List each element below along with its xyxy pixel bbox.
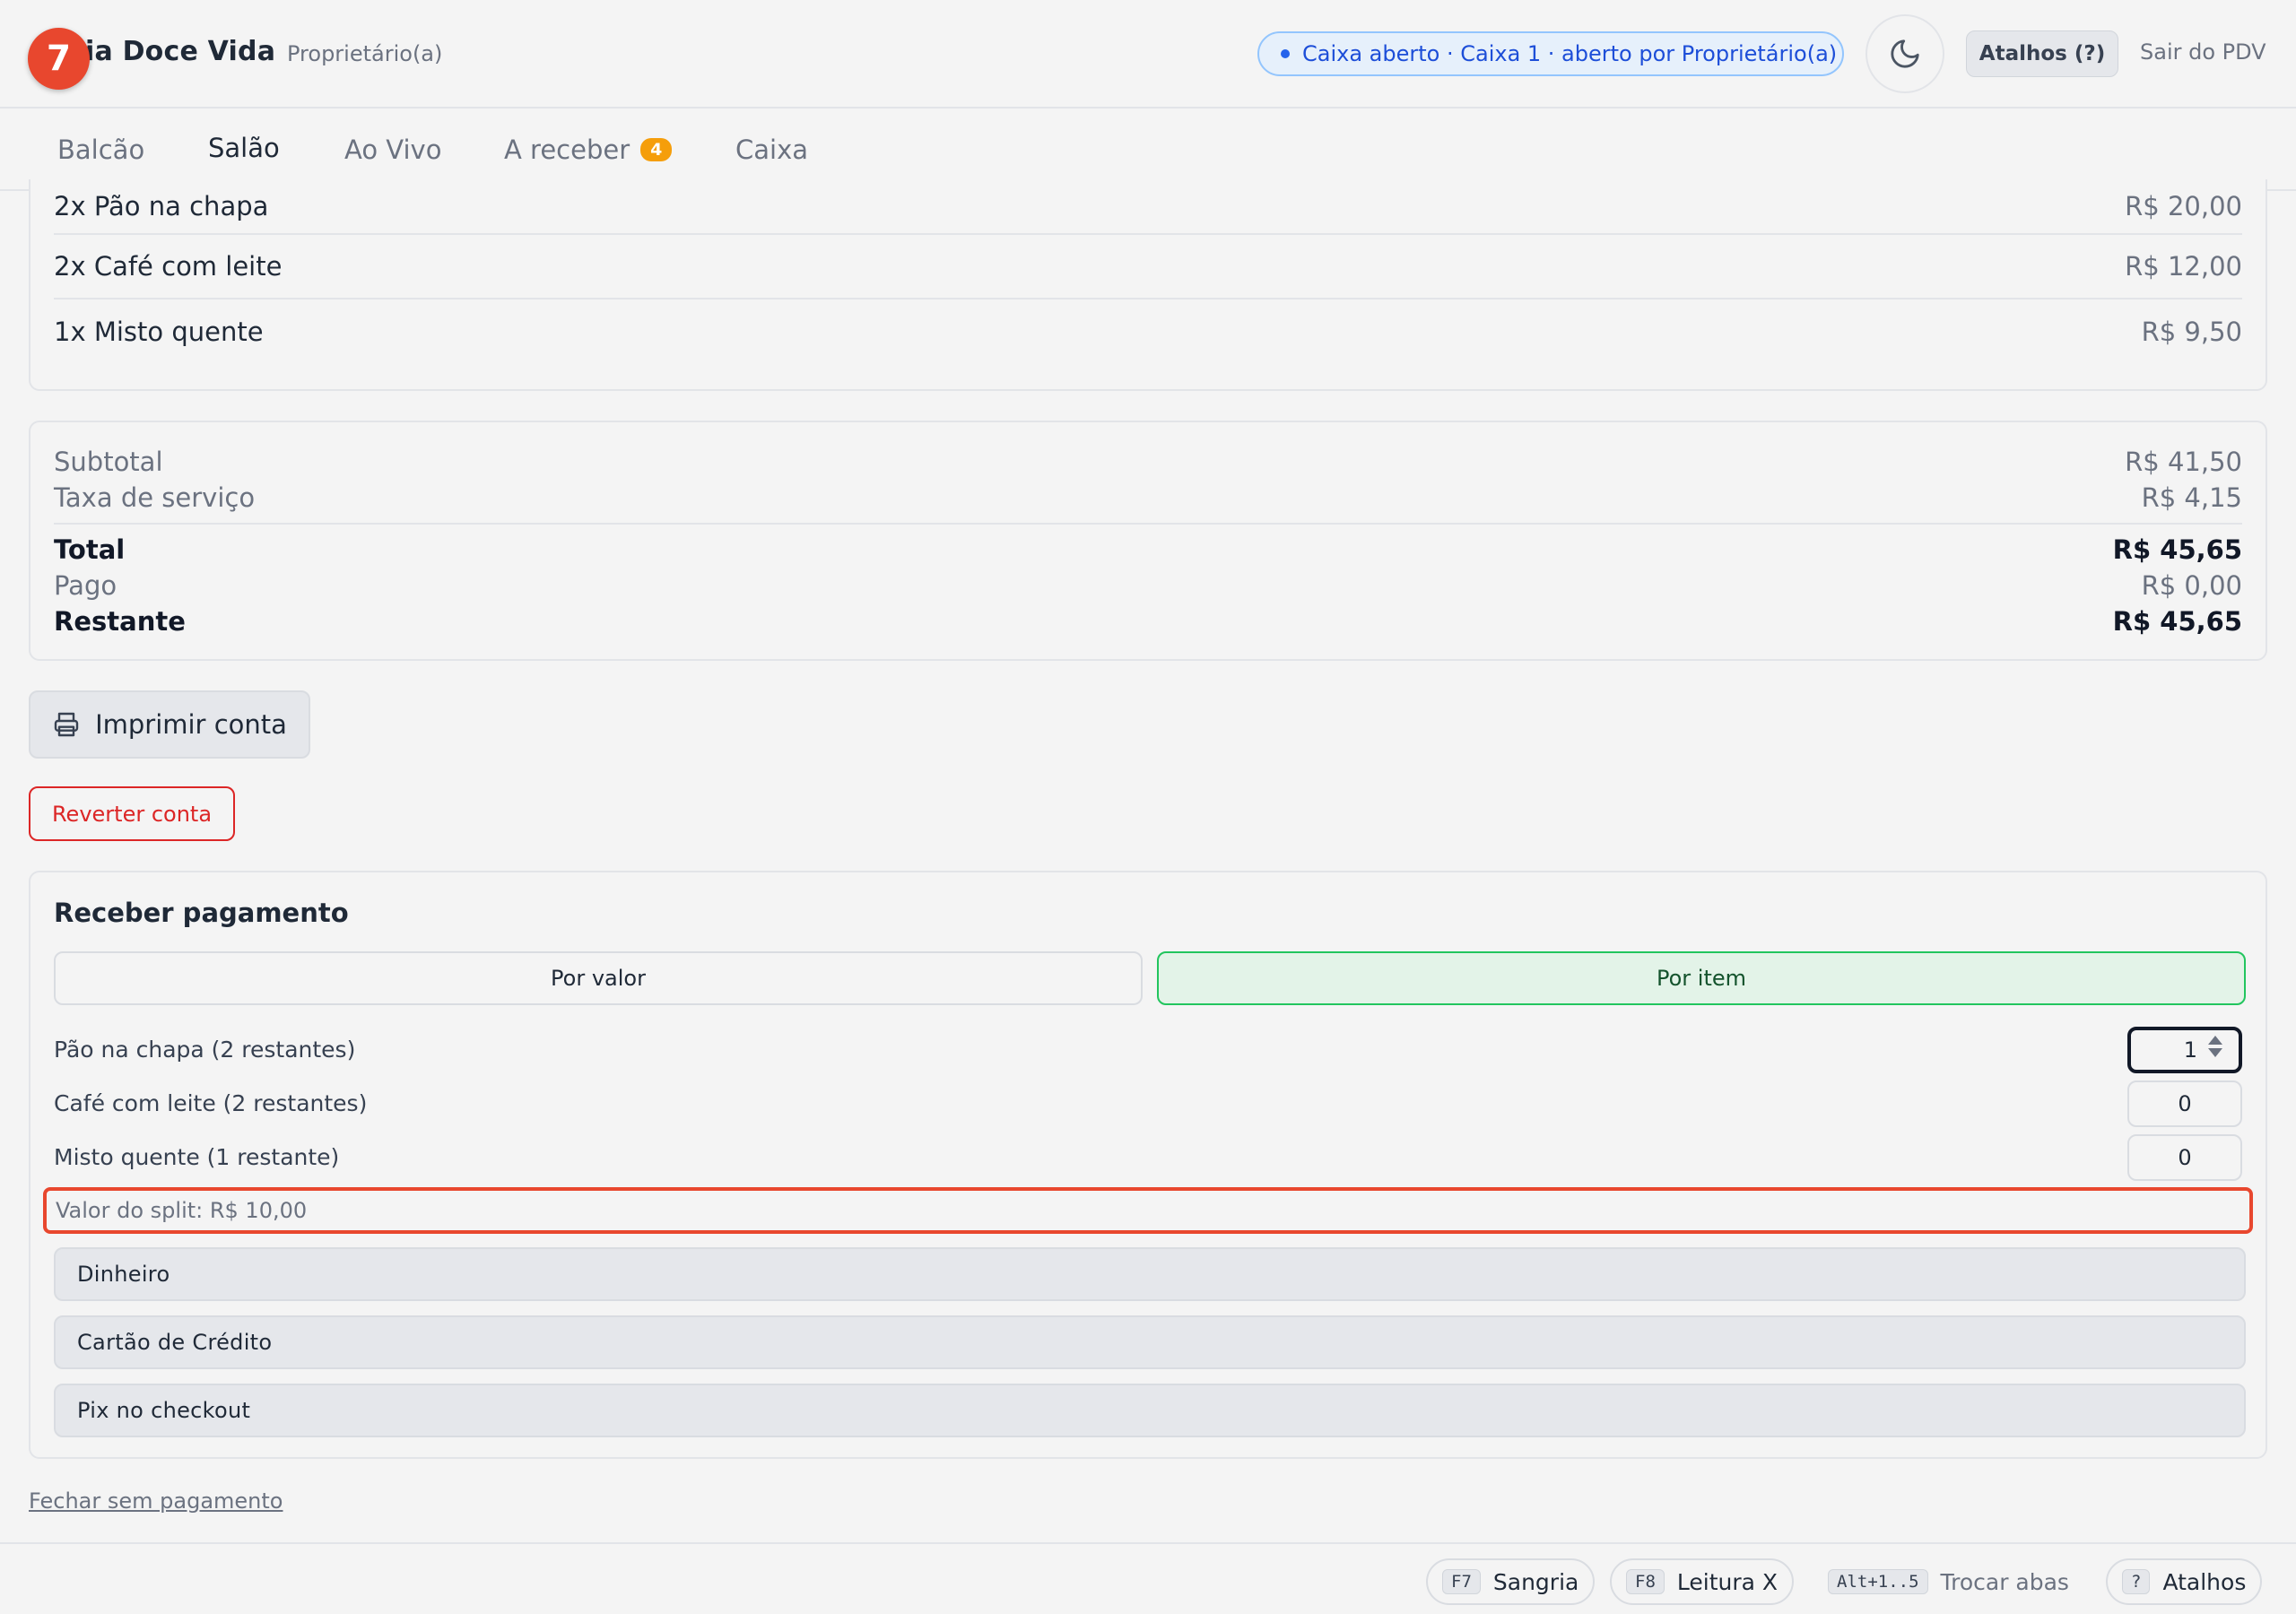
sangria-shortcut[interactable]: F7 Sangria bbox=[1426, 1558, 1596, 1605]
split-by-value-button[interactable]: Por valor bbox=[54, 951, 1143, 1005]
payment-method-credit-card-button[interactable]: Cartão de Crédito bbox=[54, 1315, 2246, 1369]
quantity-value: 0 bbox=[2178, 1145, 2192, 1170]
total-row: Total R$ 45,65 bbox=[54, 532, 2242, 568]
brand-name: ria Doce Vida bbox=[72, 36, 276, 67]
status-dot bbox=[1281, 49, 1290, 58]
order-item-price: R$ 12,00 bbox=[2125, 251, 2242, 282]
key-question: ? bbox=[2122, 1569, 2151, 1594]
close-without-payment-link[interactable]: Fechar sem pagamento bbox=[29, 1488, 283, 1514]
print-bill-label: Imprimir conta bbox=[95, 709, 287, 740]
tab-label: Caixa bbox=[735, 134, 809, 165]
spin-up-icon[interactable] bbox=[2208, 1036, 2222, 1045]
remaining-value: R$ 45,65 bbox=[2112, 606, 2242, 637]
step-badge: 7 bbox=[28, 28, 90, 90]
order-item-row: 2x Café com leite R$ 12,00 bbox=[54, 235, 2242, 299]
theme-toggle-button[interactable] bbox=[1866, 14, 1944, 93]
payment-method-pix-button[interactable]: Pix no checkout bbox=[54, 1384, 2246, 1437]
quantity-value: 0 bbox=[2178, 1091, 2192, 1116]
service-fee-value: R$ 4,15 bbox=[2141, 482, 2242, 513]
order-item-name: 1x Misto quente bbox=[54, 317, 264, 347]
app-header: ria Doce Vida 7 Proprietário(a) Caixa ab… bbox=[0, 0, 2296, 108]
key-f8: F8 bbox=[1626, 1569, 1665, 1594]
receive-payment-card: Receber pagamento Por valor Por item Pão… bbox=[29, 871, 2267, 1459]
printer-icon bbox=[54, 712, 79, 737]
split-by-item-button[interactable]: Por item bbox=[1157, 951, 2246, 1005]
summary-divider bbox=[54, 523, 2242, 525]
remaining-label: Restante bbox=[54, 606, 186, 637]
cash-register-status-text: Caixa aberto · Caixa 1 · aberto por Prop… bbox=[1302, 41, 1838, 66]
paid-label: Pago bbox=[54, 570, 117, 601]
shortcuts-button[interactable]: Atalhos (?) bbox=[1966, 30, 2118, 77]
order-summary-card: Subtotal R$ 41,50 Taxa de serviço R$ 4,1… bbox=[29, 421, 2267, 661]
switch-tabs-shortcut: Alt+1..5 Trocar abas bbox=[1812, 1558, 2085, 1605]
subtotal-value: R$ 41,50 bbox=[2125, 447, 2242, 477]
tab-label: Ao Vivo bbox=[344, 134, 442, 165]
moon-icon bbox=[1891, 39, 1919, 68]
subtotal-label: Subtotal bbox=[54, 447, 163, 477]
service-fee-label: Taxa de serviço bbox=[54, 482, 256, 513]
subtotal-row: Subtotal R$ 41,50 bbox=[54, 444, 2242, 480]
paid-row: Pago R$ 0,00 bbox=[54, 568, 2242, 603]
spin-buttons[interactable] bbox=[2208, 1036, 2222, 1057]
split-item-label: Pão na chapa (2 restantes) bbox=[54, 1037, 356, 1063]
quantity-stepper[interactable]: 0 bbox=[2127, 1134, 2242, 1181]
order-item-row: 2x Pão na chapa R$ 20,00 bbox=[54, 179, 2242, 235]
remaining-row: Restante R$ 45,65 bbox=[54, 603, 2242, 639]
quantity-value: 1 bbox=[2183, 1037, 2197, 1063]
tab-label: Balcão bbox=[57, 134, 145, 165]
quantity-stepper[interactable]: 0 bbox=[2127, 1080, 2242, 1127]
tab-count-badge: 4 bbox=[640, 138, 673, 161]
order-items-card: 2x Pão na chapa R$ 20,00 2x Café com lei… bbox=[29, 179, 2267, 391]
quantity-stepper[interactable]: 1 bbox=[2127, 1027, 2242, 1073]
order-item-row: 1x Misto quente R$ 9,50 bbox=[54, 299, 2242, 364]
cash-register-status: Caixa aberto · Caixa 1 · aberto por Prop… bbox=[1257, 31, 1844, 76]
user-role: Proprietário(a) bbox=[287, 41, 443, 66]
split-value-display: Valor do split: R$ 10,00 bbox=[43, 1187, 2253, 1234]
switch-tabs-label: Trocar abas bbox=[1940, 1568, 2069, 1595]
order-item-name: 2x Pão na chapa bbox=[54, 191, 269, 221]
order-item-price: R$ 9,50 bbox=[2141, 317, 2242, 347]
revert-bill-button[interactable]: Reverter conta bbox=[29, 786, 235, 841]
paid-value: R$ 0,00 bbox=[2141, 570, 2242, 601]
key-alt-1-5: Alt+1..5 bbox=[1828, 1569, 1928, 1594]
receive-payment-title: Receber pagamento bbox=[54, 898, 349, 928]
split-item-label: Café com leite (2 restantes) bbox=[54, 1090, 368, 1116]
sangria-label: Sangria bbox=[1492, 1568, 1579, 1595]
split-item-label: Misto quente (1 restante) bbox=[54, 1144, 340, 1170]
tab-label: A receber bbox=[504, 134, 631, 165]
help-shortcut[interactable]: ? Atalhos bbox=[2106, 1558, 2263, 1605]
exit-pos-link[interactable]: Sair do PDV bbox=[2140, 39, 2266, 65]
print-bill-button[interactable]: Imprimir conta bbox=[29, 690, 310, 759]
payment-method-cash-button[interactable]: Dinheiro bbox=[54, 1247, 2246, 1301]
tab-label: Salão bbox=[208, 133, 280, 163]
shortcuts-footer: F7 Sangria F8 Leitura X Alt+1..5 Trocar … bbox=[0, 1542, 2296, 1614]
help-label: Atalhos bbox=[2162, 1568, 2247, 1595]
leitura-x-shortcut[interactable]: F8 Leitura X bbox=[1610, 1558, 1795, 1605]
leitura-x-label: Leitura X bbox=[1676, 1568, 1779, 1595]
total-label: Total bbox=[54, 534, 126, 565]
total-value: R$ 45,65 bbox=[2112, 534, 2242, 565]
key-f7: F7 bbox=[1442, 1569, 1481, 1594]
service-fee-row: Taxa de serviço R$ 4,15 bbox=[54, 480, 2242, 516]
order-item-price: R$ 20,00 bbox=[2125, 191, 2242, 221]
spin-down-icon[interactable] bbox=[2208, 1048, 2222, 1057]
order-item-name: 2x Café com leite bbox=[54, 251, 283, 282]
